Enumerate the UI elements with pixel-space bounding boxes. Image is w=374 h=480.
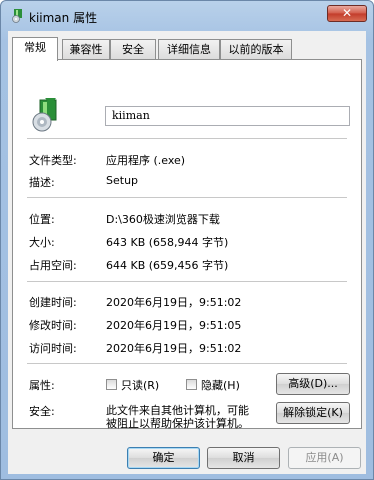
file-name-input[interactable]: kiiman <box>105 106 350 126</box>
close-icon: ✕ <box>341 6 353 20</box>
size-on-disk-value: 644 KB (659,456 字节) <box>106 259 229 272</box>
file-type-value: 应用程序 (.exe) <box>106 154 186 167</box>
title-bar[interactable]: kiiman 属性 ✕ <box>1 1 373 31</box>
close-button[interactable]: ✕ <box>327 5 367 22</box>
location-label: 位置: <box>29 213 55 226</box>
tab-compatibility[interactable]: 兼容性 <box>62 39 110 59</box>
location-value: D:\360极速浏览器下载 <box>106 213 220 226</box>
separator <box>27 363 347 364</box>
modified-label: 修改时间: <box>29 319 77 332</box>
accessed-label: 访问时间: <box>29 342 77 355</box>
description-value: Setup <box>106 174 139 187</box>
tab-details[interactable]: 详细信息 <box>158 39 220 59</box>
separator <box>27 138 347 139</box>
cancel-button[interactable]: 取消 <box>207 447 280 469</box>
tab-security[interactable]: 安全 <box>110 39 156 59</box>
tab-general[interactable]: 常规 <box>12 37 58 61</box>
created-label: 创建时间: <box>29 296 77 309</box>
tab-previous-versions[interactable]: 以前的版本 <box>220 39 292 59</box>
ok-button[interactable]: 确定 <box>127 447 200 469</box>
advanced-button[interactable]: 高级(D)... <box>276 373 350 395</box>
description-label: 描述: <box>29 176 55 189</box>
accessed-value: 2020年6月19日，9:51:02 <box>106 342 242 355</box>
app-icon-small <box>12 9 22 23</box>
apply-button[interactable]: 应用(A) <box>288 447 361 469</box>
window-title: kiiman 属性 <box>29 11 98 25</box>
readonly-label[interactable]: 只读(R) <box>121 377 159 393</box>
attributes-label: 属性: <box>29 379 55 392</box>
size-on-disk-label: 占用空间: <box>29 259 77 272</box>
security-label: 安全: <box>29 405 55 418</box>
file-type-label: 文件类型: <box>29 154 77 167</box>
app-icon <box>32 98 57 132</box>
hidden-checkbox[interactable] <box>186 379 197 390</box>
hidden-label[interactable]: 隐藏(H) <box>201 377 240 393</box>
size-label: 大小: <box>29 236 55 249</box>
created-value: 2020年6月19日，9:51:02 <box>106 296 242 309</box>
modified-value: 2020年6月19日，9:51:05 <box>106 319 242 332</box>
size-value: 643 KB (658,944 字节) <box>106 236 229 249</box>
readonly-checkbox[interactable] <box>106 379 117 390</box>
separator <box>27 281 347 282</box>
security-message-line2: 被阻止以帮助保护该计算机。 <box>106 417 249 430</box>
dialog-client: 常规 兼容性 安全 详细信息 以前的版本 kiiman 文件类型: 应用程序 (… <box>8 31 366 474</box>
unblock-button[interactable]: 解除锁定(K) <box>276 402 350 424</box>
properties-window: kiiman 属性 ✕ 常规 兼容性 安全 详细信息 以前的版本 kiiman … <box>0 0 374 480</box>
general-panel: kiiman 文件类型: 应用程序 (.exe) 描述: Setup 位置: D… <box>12 59 362 430</box>
separator <box>27 197 347 198</box>
